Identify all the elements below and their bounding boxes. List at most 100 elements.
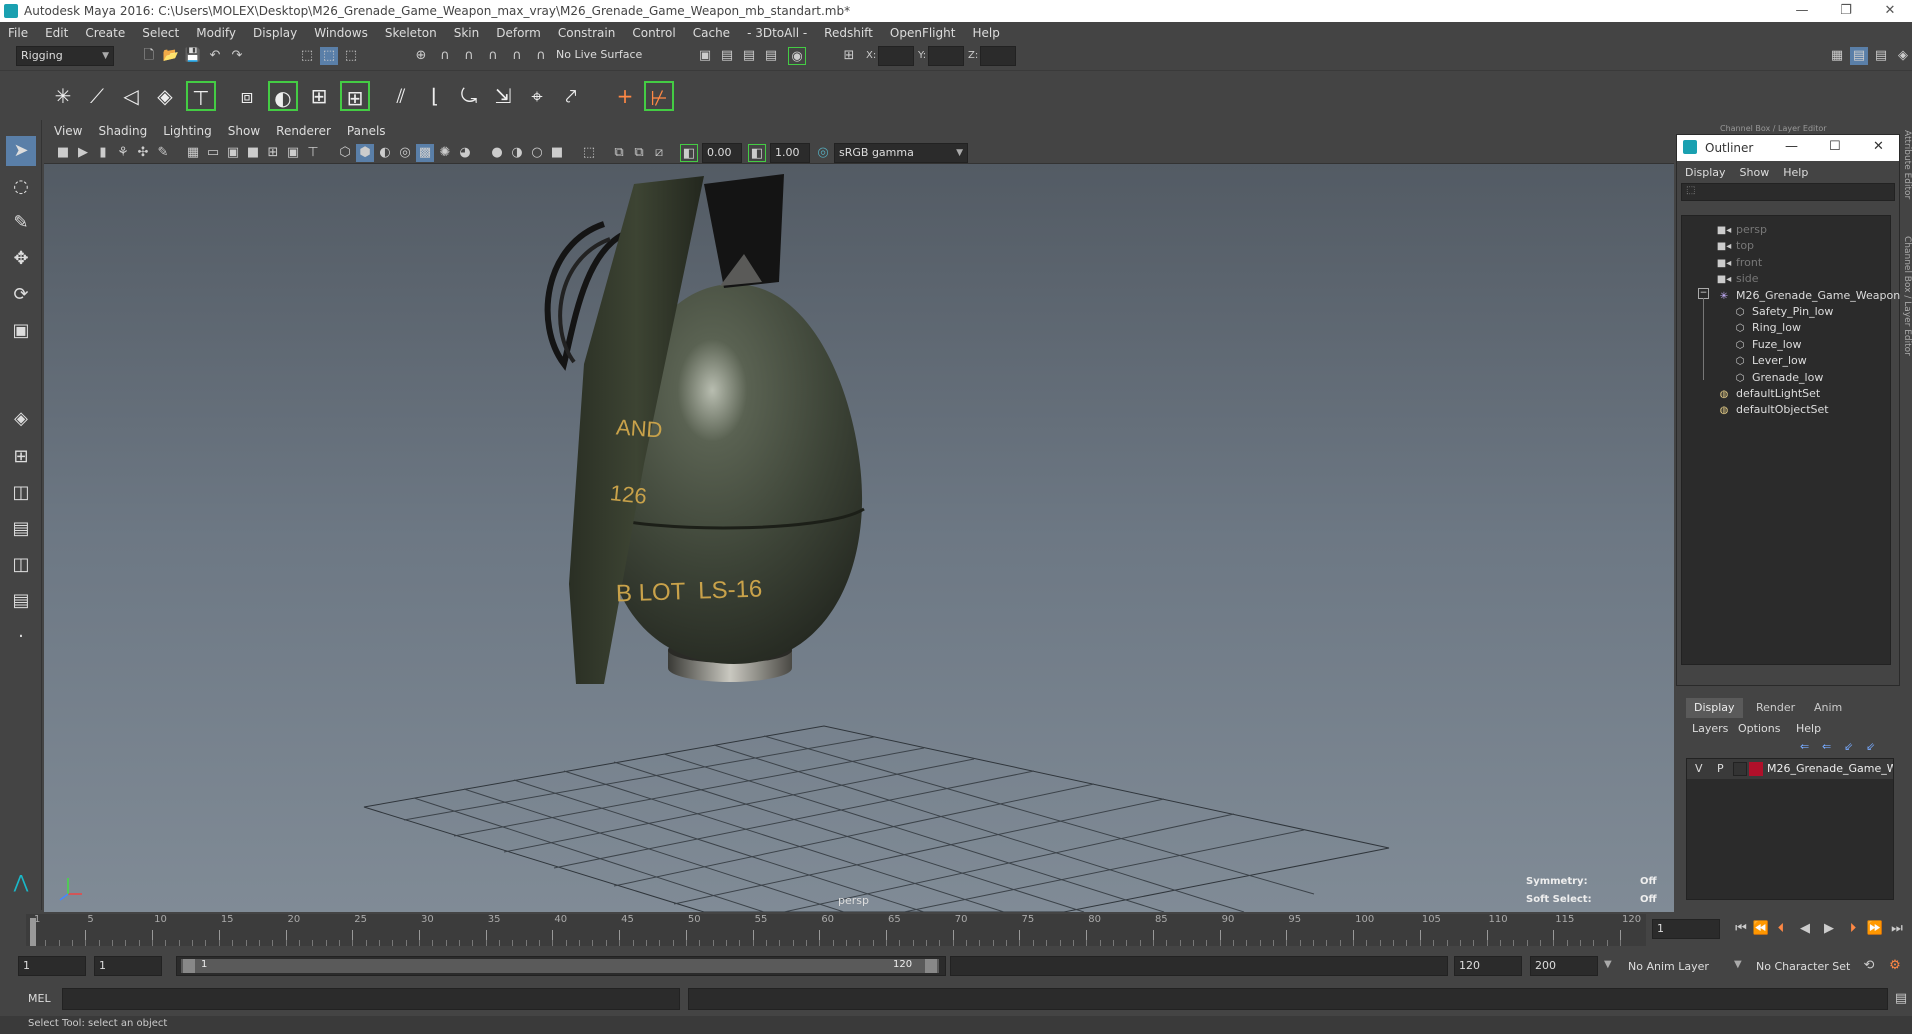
joint-tool-icon[interactable]: ✳ (48, 81, 78, 111)
grid-toggle-icon[interactable]: ▦ (184, 144, 202, 162)
xray-joints-icon[interactable]: ⧉ (630, 144, 648, 162)
ik-spline-icon[interactable]: ◁ (116, 81, 146, 111)
color-management-icon[interactable]: ◎ (814, 144, 832, 162)
layout-persp-graph-icon[interactable]: ▤ (6, 514, 36, 544)
new-layer-selected-icon[interactable]: ⇙ (1866, 740, 1875, 753)
snap-point-icon[interactable]: ∩ (460, 47, 478, 65)
scale-constraint-icon[interactable]: ⇲ (488, 81, 518, 111)
pole-vector-icon[interactable]: ⤤ (556, 81, 586, 111)
wireframe-icon[interactable]: ⬡ (336, 144, 354, 162)
select-hierarchy-icon[interactable]: ⬚ (298, 47, 316, 65)
field-chart-icon[interactable]: ⊞ (264, 144, 282, 162)
panel-menu-show[interactable]: Show (228, 124, 260, 138)
auto-key-icon[interactable]: ⟲ (1860, 957, 1878, 975)
menu-file[interactable]: File (8, 26, 28, 40)
grease-pencil-icon[interactable]: ✎ (154, 144, 172, 162)
time-slider[interactable]: 1 5 10 15 20 25 30 35 40 45 50 55 60 65 70 75 80 85 90 95 10… (0, 912, 1912, 948)
minimize-icon[interactable]: — (1785, 139, 1798, 154)
xray-components-icon[interactable]: ⧄ (650, 144, 668, 162)
layout-single-icon[interactable]: ◈ (6, 404, 36, 434)
menu-select[interactable]: Select (142, 26, 179, 40)
x-coord-field[interactable] (878, 46, 914, 66)
camera-select-icon[interactable]: ■ (54, 144, 72, 162)
tab-display[interactable]: Display (1686, 698, 1743, 718)
ik-handle-icon[interactable]: ⟋ (82, 81, 112, 111)
mel-label[interactable]: MEL (28, 992, 51, 1005)
snap-curve-icon[interactable]: ∩ (436, 47, 454, 65)
xray-icon[interactable]: ⧉ (610, 144, 628, 162)
parent-constraint-icon[interactable]: ⫽ (386, 81, 416, 111)
layout-four-icon[interactable]: ⊞ (6, 442, 36, 472)
step-forward-key-icon[interactable]: ⏵ (1844, 920, 1862, 938)
gate-mask-icon[interactable]: ■ (244, 144, 262, 162)
snap-view-icon[interactable]: ∩ (484, 47, 502, 65)
lasso-tool-icon[interactable]: ◌ (6, 172, 36, 202)
current-frame-field[interactable]: 1 (1652, 919, 1720, 939)
redo-icon[interactable]: ↷ (228, 47, 246, 65)
bookmark-icon[interactable]: ▮ (94, 144, 112, 162)
range-start-handle[interactable] (183, 959, 195, 973)
menu-deform[interactable]: Deform (496, 26, 541, 40)
lattice-icon[interactable]: ⊞ (304, 81, 334, 111)
layout-extra-icon[interactable]: · (6, 622, 36, 652)
open-scene-icon[interactable]: 📂 (162, 47, 180, 65)
time-ruler[interactable]: 1 5 10 15 20 25 30 35 40 45 50 55 60 65 70 75 80 85 90 95 10… (26, 914, 1646, 946)
motion-blur-icon[interactable]: ◑ (508, 144, 526, 162)
tab-render[interactable]: Render (1748, 698, 1803, 718)
layout-outliner-icon[interactable]: ◫ (6, 550, 36, 580)
paint-select-tool-icon[interactable]: ✎ (6, 208, 36, 238)
safe-title-icon[interactable]: ⊤ (304, 144, 322, 162)
panel-menu-lighting[interactable]: Lighting (163, 124, 212, 138)
panel-menu-shading[interactable]: Shading (98, 124, 147, 138)
go-to-start-icon[interactable]: ⏮ (1732, 920, 1750, 938)
default-material-icon[interactable]: ◐ (376, 144, 394, 162)
menu-modify[interactable]: Modify (196, 26, 236, 40)
close-icon[interactable]: ✕ (1870, 2, 1910, 20)
snap-grid-icon[interactable]: ⊕ (412, 47, 430, 65)
image-plane-icon[interactable]: ⚘ (114, 144, 132, 162)
locator-icon[interactable]: + (610, 81, 640, 111)
layer-visibility-toggle[interactable]: V (1695, 762, 1703, 775)
textured-icon[interactable]: ▩ (416, 144, 434, 162)
shadows-icon[interactable]: ◕ (456, 144, 474, 162)
snap-surface-icon[interactable]: ∩ (508, 47, 526, 65)
menu-display[interactable]: Display (253, 26, 297, 40)
outliner-menu-help[interactable]: Help (1783, 166, 1808, 179)
color-space-dropdown[interactable]: sRGB gamma ▼ (834, 143, 968, 163)
y-coord-field[interactable] (928, 46, 964, 66)
2d-pan-zoom-icon[interactable]: ✣ (134, 144, 152, 162)
menu-skin[interactable]: Skin (454, 26, 480, 40)
camera-attributes-icon[interactable]: ▶ (74, 144, 92, 162)
render-view-icon[interactable]: ▣ (696, 47, 714, 65)
playback-end-field[interactable]: 120 (1454, 956, 1522, 976)
render-settings-icon[interactable]: ▤ (762, 47, 780, 65)
new-layer-icon[interactable]: ⇙ (1844, 740, 1853, 753)
gamma-field[interactable]: 1.00 (770, 143, 810, 163)
smooth-shade-icon[interactable]: ⬢ (356, 144, 374, 162)
mirror-joint-icon[interactable]: ◈ (150, 81, 180, 111)
move-layer-up-icon[interactable]: ⇐ (1800, 740, 1809, 753)
layer-name[interactable]: M26_Grenade_Game_Weapon (1767, 762, 1893, 775)
layer-row[interactable]: V P M26_Grenade_Game_Weapon (1687, 759, 1893, 779)
layer-color-swatch[interactable] (1749, 762, 1763, 776)
viewport-persp[interactable]: AND 126 B LOT LS-16 persp Symmetry: Off … (44, 164, 1674, 912)
ik-fk-switch-icon[interactable]: ⊬ (644, 81, 674, 111)
menu-create[interactable]: Create (85, 26, 125, 40)
character-set-dropdown[interactable]: No Character Set (1756, 960, 1850, 973)
film-gate-icon[interactable]: ▭ (204, 144, 222, 162)
move-layer-down-icon[interactable]: ⇐ (1822, 740, 1831, 753)
live-surface-field[interactable]: No Live Surface (552, 46, 656, 66)
attribute-editor-tab[interactable]: Attribute Editor (1902, 130, 1912, 210)
menu-constrain[interactable]: Constrain (558, 26, 616, 40)
play-backwards-icon[interactable]: ◀ (1796, 920, 1814, 938)
menu-skeleton[interactable]: Skeleton (385, 26, 437, 40)
anti-aliasing-icon[interactable]: ○ (528, 144, 546, 162)
layer-reference-toggle[interactable] (1733, 762, 1747, 776)
range-bar[interactable]: 1 120 (176, 956, 946, 976)
exposure-field[interactable]: 0.00 (702, 143, 742, 163)
layout-two-icon[interactable]: ◫ (6, 478, 36, 508)
orient-joint-icon[interactable]: ⊤ (186, 81, 216, 111)
range-end-handle[interactable] (925, 959, 937, 973)
step-back-key-icon[interactable]: ⏴ (1772, 920, 1790, 938)
menu-edit[interactable]: Edit (45, 26, 68, 40)
